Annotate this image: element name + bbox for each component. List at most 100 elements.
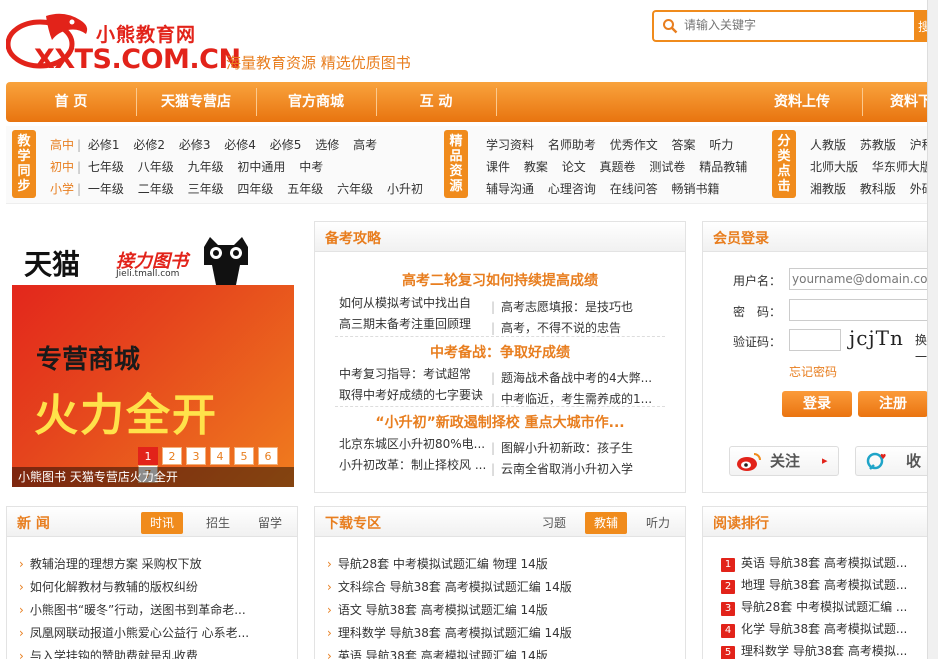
nav-home[interactable]: 首 页 [6, 82, 136, 122]
tab-download-listening[interactable]: 听力 [637, 512, 679, 534]
captcha-input[interactable] [789, 329, 841, 351]
category-link[interactable]: 必修4 [224, 138, 256, 152]
banner-page-1[interactable]: 1 [138, 447, 158, 465]
edition-link[interactable]: 苏教版 [860, 138, 896, 152]
guide-link[interactable]: 小升初改革：制止择校风 ... [339, 456, 491, 473]
nav-interaction[interactable]: 互 动 [376, 82, 496, 122]
ranking-item[interactable]: 5 理科数学 导航38套 高考模拟... [721, 642, 931, 659]
banner-caption[interactable]: 小熊图书 天猫专营店火力全开 [12, 467, 294, 487]
banner-page-5[interactable]: 5 [234, 447, 254, 465]
news-item[interactable]: › 与入学挂钩的赞助费就是乱收费 [19, 647, 289, 659]
category-link[interactable]: 高考 [353, 138, 377, 152]
collect-button[interactable]: ♥ 收 [855, 446, 938, 476]
search-input[interactable] [684, 18, 914, 32]
news-item[interactable]: › 如何化解教材与教辅的版权纠纷 [19, 578, 289, 595]
premium-link[interactable]: 学习资料 [486, 138, 534, 152]
category-link[interactable]: 选修 [315, 138, 339, 152]
guide-headline[interactable]: 高考二轮复习如何持续提高成绩 [315, 270, 685, 290]
category-link[interactable]: 一年级 [88, 182, 124, 196]
banner-page-3[interactable]: 3 [186, 447, 206, 465]
edition-link[interactable]: 湘教版 [810, 182, 846, 196]
edition-link[interactable]: 教科版 [860, 182, 896, 196]
category-link[interactable]: 必修2 [133, 138, 165, 152]
premium-link[interactable]: 论文 [562, 160, 586, 174]
edition-link[interactable]: 华东师大版 [872, 160, 932, 174]
forgot-password-link[interactable]: 忘记密码 [789, 363, 837, 380]
premium-link[interactable]: 听力 [709, 138, 733, 152]
category-link[interactable]: 中考 [299, 160, 323, 174]
tab-download-guides[interactable]: 教辅 [585, 512, 628, 534]
guide-link[interactable]: 中考复习指导：考试超常 [339, 365, 491, 382]
download-item[interactable]: › 英语 导航38套 高考模拟试题汇编 14版 [327, 647, 677, 659]
premium-link[interactable]: 测试卷 [649, 160, 685, 174]
ranking-item[interactable]: 4 化学 导航38套 高考模拟试题... [721, 620, 931, 638]
username-input[interactable]: yourname@domain.com [789, 268, 938, 290]
nav-tmall-store[interactable]: 天猫专营店 [136, 82, 256, 122]
nav-official-mall[interactable]: 官方商城 [256, 82, 376, 122]
premium-link[interactable]: 心理咨询 [548, 182, 596, 196]
premium-link[interactable]: 教案 [524, 160, 548, 174]
category-link[interactable]: 必修1 [88, 138, 120, 152]
premium-link[interactable]: 课件 [486, 160, 510, 174]
site-logo[interactable]: 小熊教育网 XXTS.COM.CN 海量教育资源 精选优质图书 [6, 6, 426, 76]
guide-link[interactable]: 高考，不得不说的忠告 [501, 321, 621, 335]
download-item[interactable]: › 理科数学 导航38套 高考模拟试题汇编 14版 [327, 624, 677, 641]
premium-link[interactable]: 精品教辅 [699, 160, 747, 174]
login-button[interactable]: 登录 [782, 391, 852, 417]
register-button[interactable]: 注册 [858, 391, 928, 417]
category-link[interactable]: 必修3 [179, 138, 211, 152]
tab-news-latest[interactable]: 时讯 [141, 512, 184, 534]
premium-link[interactable]: 畅销书籍 [672, 182, 720, 196]
premium-link[interactable]: 在线问答 [610, 182, 658, 196]
guide-headline[interactable]: 中考备战：争取好成绩 [315, 342, 685, 362]
download-item[interactable]: › 文科综合 导航38套 高考模拟试题汇编 14版 [327, 578, 677, 595]
guide-link[interactable]: 中考临近，考生需养成的1... [501, 392, 652, 406]
premium-link[interactable]: 名师助考 [548, 138, 596, 152]
premium-link[interactable]: 真题卷 [600, 160, 636, 174]
tab-download-exercises[interactable]: 习题 [533, 512, 575, 534]
download-item[interactable]: › 导航28套 中考模拟试题汇编 物理 14版 [327, 555, 677, 572]
nav-upload[interactable]: 资料上传 [742, 82, 862, 122]
tab-news-admission[interactable]: 招生 [197, 512, 239, 534]
guide-link[interactable]: 云南全省取消小升初入学 [501, 462, 633, 476]
tab-news-abroad[interactable]: 留学 [249, 512, 291, 534]
premium-link[interactable]: 辅导沟通 [486, 182, 534, 196]
guide-link[interactable]: 如何从模拟考试中找出自 [339, 294, 491, 311]
ranking-item[interactable]: 1 英语 导航38套 高考模拟试题... [721, 554, 931, 572]
category-link[interactable]: 五年级 [287, 182, 323, 196]
guide-link[interactable]: 图解小升初新政：孩子生 [501, 441, 633, 455]
weibo-follow-button[interactable]: 关注 ▸ [729, 446, 839, 476]
guide-link[interactable]: 高三期末备考注重回顾理 [339, 315, 491, 332]
guide-link[interactable]: 取得中考好成绩的七字要诀 [339, 386, 491, 403]
edition-link[interactable]: 人教版 [810, 138, 846, 152]
promo-banner[interactable]: 天猫 接力图书 Jieli.tmall.com 专营商城 火力全开 123456… [12, 227, 294, 487]
category-link[interactable]: 初中通用 [237, 160, 285, 174]
category-lead[interactable]: 高中 [50, 138, 74, 152]
category-link[interactable]: 七年级 [88, 160, 124, 174]
category-link[interactable]: 三年级 [188, 182, 224, 196]
premium-link[interactable]: 答案 [672, 138, 696, 152]
category-lead[interactable]: 小学 [50, 182, 74, 196]
guide-link[interactable]: 题海战术备战中考的4大弊... [501, 371, 652, 385]
banner-page-6[interactable]: 6 [258, 447, 278, 465]
category-link[interactable]: 必修5 [270, 138, 302, 152]
ranking-item[interactable]: 3 导航28套 中考模拟试题汇编 ... [721, 598, 931, 616]
edition-link[interactable]: 北师大版 [810, 160, 858, 174]
guide-link[interactable]: 北京东城区小升初80%电... [339, 435, 491, 452]
category-link[interactable]: 四年级 [237, 182, 273, 196]
banner-page-4[interactable]: 4 [210, 447, 230, 465]
password-input[interactable] [789, 299, 938, 321]
ranking-item[interactable]: 2 地理 导航38套 高考模拟试题... [721, 576, 931, 594]
news-item[interactable]: › 教辅治理的理想方案 采购权下放 [19, 555, 289, 572]
category-link[interactable]: 小升初 [387, 182, 423, 196]
banner-page-2[interactable]: 2 [162, 447, 182, 465]
page-scrollbar[interactable] [927, 0, 938, 659]
category-link[interactable]: 九年级 [188, 160, 224, 174]
news-item[interactable]: › 凤凰网联动报道小熊爱心公益行 心系老... [19, 624, 289, 641]
news-item[interactable]: › 小熊图书“暖冬”行动，送图书到革命老... [19, 601, 289, 618]
guide-link[interactable]: 高考志愿填报：是技巧也 [501, 300, 633, 314]
guide-headline[interactable]: “小升初”新政遏制择校 重点大城市作... [315, 412, 685, 432]
category-link[interactable]: 六年级 [337, 182, 373, 196]
category-link[interactable]: 二年级 [138, 182, 174, 196]
category-link[interactable]: 八年级 [138, 160, 174, 174]
